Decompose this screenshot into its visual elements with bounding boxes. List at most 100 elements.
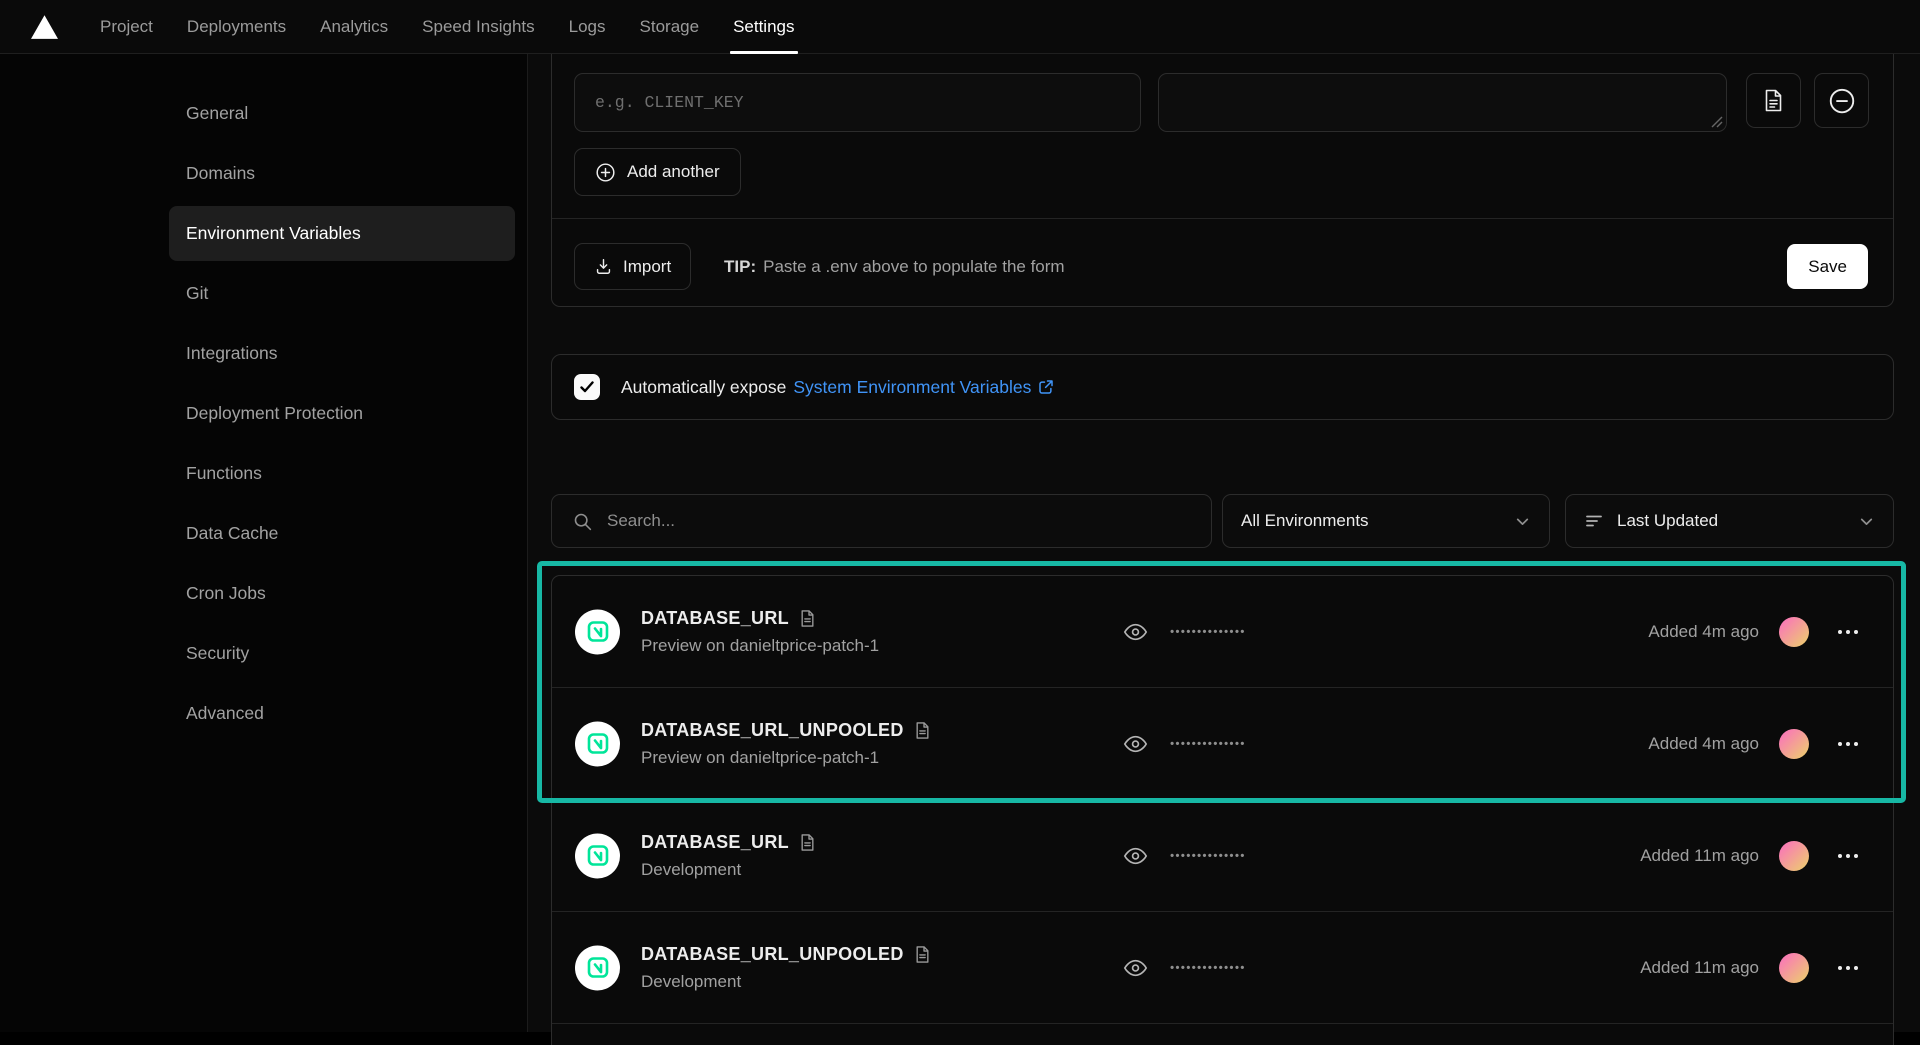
sidebar-item-advanced[interactable]: Advanced [169,686,515,741]
system-env-link-label: System Environment Variables [793,377,1031,398]
tip-text: TIP: Paste a .env above to populate the … [724,243,1065,290]
auto-expose-checkbox[interactable] [574,374,600,400]
sidebar-item-functions[interactable]: Functions [169,446,515,501]
add-another-label: Add another [627,162,720,182]
sidebar-item-data-cache[interactable]: Data Cache [169,506,515,561]
env-var-name-block: DATABASE_URL Development [641,832,816,880]
neon-logo-icon [575,609,620,654]
env-var-value-block: •••••••••••••• [1122,954,1246,981]
eye-icon[interactable] [1122,730,1149,757]
env-var-name-block: DATABASE_URL_UNPOOLED Development [641,944,931,992]
env-var-target: Development [641,860,816,880]
download-icon [594,257,613,276]
env-var-name: DATABASE_URL [641,608,789,629]
env-var-meta: Added 4m ago [1648,729,1863,759]
system-env-card: Automatically expose System Environment … [551,354,1894,420]
tip-body: Paste a .env above to populate the form [763,257,1064,277]
env-value-input[interactable] [1158,73,1727,132]
sidebar-item-deployment-protection[interactable]: Deployment Protection [169,386,515,441]
form-footer-divider [552,218,1893,219]
env-key-input[interactable] [574,73,1141,132]
environment-filter-select[interactable]: All Environments [1222,494,1550,548]
auto-expose-label: Automatically expose [621,377,786,398]
top-nav: Project Deployments Analytics Speed Insi… [0,0,1920,54]
added-time: Added 4m ago [1648,734,1759,754]
row-menu-icon [1854,630,1858,634]
nav-tab-project[interactable]: Project [83,0,170,54]
sort-value: Last Updated [1617,511,1718,531]
import-label: Import [623,257,671,277]
add-another-button[interactable]: Add another [574,148,741,196]
nav-tab-logs[interactable]: Logs [552,0,623,54]
env-var-target: Preview on danieltprice-patch-1 [641,748,931,768]
row-menu-button[interactable] [1833,842,1863,870]
chevron-down-icon [1514,513,1531,530]
check-icon [580,381,594,393]
masked-value: •••••••••••••• [1170,849,1246,863]
eye-icon[interactable] [1122,842,1149,869]
env-var-row[interactable]: DATABASE_URL Development •••••••••••••• [552,800,1893,912]
row-menu-icon [1838,742,1842,746]
row-menu-icon [1846,630,1850,634]
avatar [1779,617,1809,647]
nav-tab-deployments[interactable]: Deployments [170,0,303,54]
sidebar-item-domains[interactable]: Domains [169,146,515,201]
env-var-meta: Added 11m ago [1640,841,1863,871]
row-menu-icon [1846,742,1850,746]
sidebar-item-environment-variables[interactable]: Environment Variables [169,206,515,261]
nav-tab-speed-insights[interactable]: Speed Insights [405,0,551,54]
env-var-row[interactable]: DATABASE_URL_UNPOOLED Preview on danielt… [552,688,1893,800]
tip-label: TIP: [724,257,756,277]
sort-select[interactable]: Last Updated [1565,494,1894,548]
env-var-table: DATABASE_URL Preview on danieltprice-pat… [551,575,1894,1045]
masked-value: •••••••••••••• [1170,961,1246,975]
save-button[interactable]: Save [1787,244,1868,289]
copy-doc-icon[interactable] [914,945,931,964]
search-box [551,494,1212,548]
row-menu-button[interactable] [1833,730,1863,758]
neon-logo-icon [575,833,620,878]
environment-filter-value: All Environments [1241,511,1369,531]
search-icon [572,511,593,532]
system-env-variables-link[interactable]: System Environment Variables [793,377,1055,398]
search-input[interactable] [607,495,1211,547]
env-var-form-card: Add another Import TIP: Paste a .env abo… [551,54,1894,307]
env-var-row[interactable]: DATABASE_URL_UNPOOLED Development ••••••… [552,912,1893,1024]
sidebar-item-general[interactable]: General [169,86,515,141]
remove-row-button[interactable] [1814,73,1869,128]
eye-icon[interactable] [1122,954,1149,981]
settings-sidebar: General Domains Environment Variables Gi… [0,54,527,1032]
env-var-name-block: DATABASE_URL Preview on danieltprice-pat… [641,608,879,656]
row-menu-icon [1838,630,1842,634]
env-var-name: DATABASE_URL_UNPOOLED [641,720,904,741]
row-menu-button[interactable] [1833,618,1863,646]
row-menu-icon [1838,966,1842,970]
nav-tab-storage[interactable]: Storage [623,0,717,54]
auto-expose-label-row: Automatically expose System Environment … [621,377,1055,398]
sidebar-item-integrations[interactable]: Integrations [169,326,515,381]
env-var-value-block: •••••••••••••• [1122,730,1246,757]
masked-value: •••••••••••••• [1170,625,1246,639]
copy-doc-icon[interactable] [914,721,931,740]
environment-variables-panel: Add another Import TIP: Paste a .env abo… [527,54,1920,1032]
row-menu-icon [1846,854,1850,858]
sort-icon [1584,511,1604,531]
paste-file-button[interactable] [1746,73,1801,128]
nav-tabs: Project Deployments Analytics Speed Insi… [83,0,812,54]
nav-tab-settings[interactable]: Settings [716,0,811,54]
env-var-row[interactable]: DATABASE_URL Preview on danieltprice-pat… [552,576,1893,688]
row-menu-button[interactable] [1833,954,1863,982]
nav-tab-analytics[interactable]: Analytics [303,0,405,54]
sidebar-item-cron-jobs[interactable]: Cron Jobs [169,566,515,621]
sidebar-item-security[interactable]: Security [169,626,515,681]
copy-doc-icon[interactable] [799,833,816,852]
copy-doc-icon[interactable] [799,609,816,628]
vercel-logo-icon[interactable] [31,15,61,39]
row-menu-icon [1838,854,1842,858]
import-button[interactable]: Import [574,243,691,290]
external-link-icon [1037,378,1055,396]
env-var-name-block: DATABASE_URL_UNPOOLED Preview on danielt… [641,720,931,768]
sidebar-item-git[interactable]: Git [169,266,515,321]
added-time: Added 4m ago [1648,622,1759,642]
eye-icon[interactable] [1122,618,1149,645]
